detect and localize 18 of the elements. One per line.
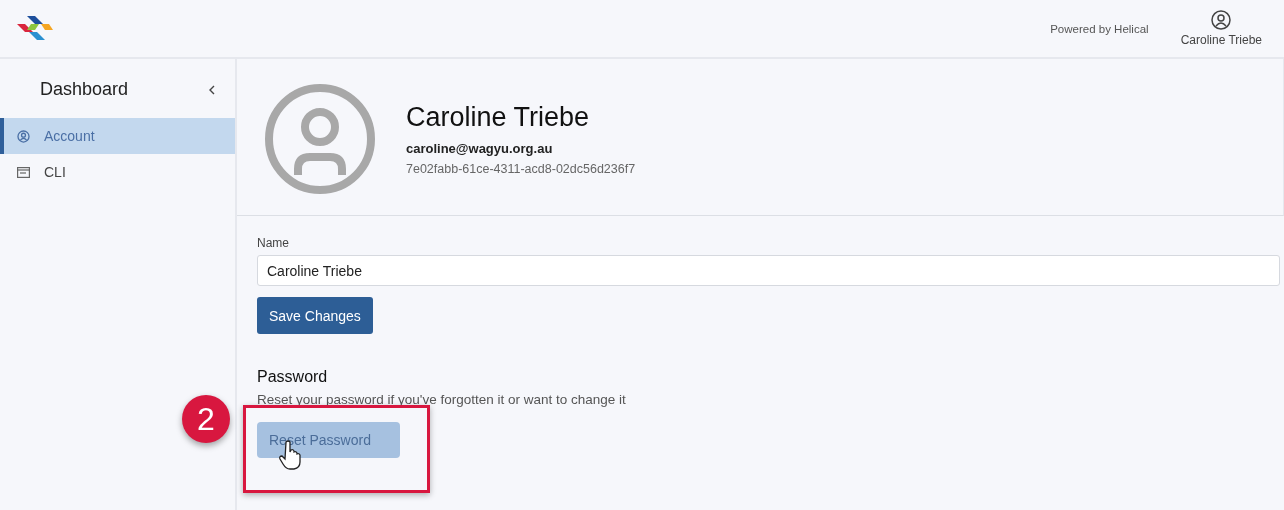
- section-heading: Password: [257, 368, 328, 386]
- sidebar-item[interactable]: CLI: [0, 154, 235, 190]
- field-label: Name: [257, 236, 289, 250]
- user-icon: [17, 129, 30, 143]
- chevron-left-icon[interactable]: [209, 84, 215, 95]
- powered-by-text: Powered by Helical: [1050, 22, 1149, 35]
- sidebar-title: Dashboard: [40, 79, 129, 100]
- profile-id: 7e02fabb-61ce-4311-acd8-02dc56d236f7: [406, 162, 636, 176]
- avatar-icon: [264, 83, 376, 195]
- profile-name: Caroline Triebe: [406, 102, 591, 133]
- save-button[interactable]: Save Changes: [257, 297, 373, 334]
- step-badge: 2: [182, 395, 230, 443]
- sidebar-item[interactable]: Account: [0, 118, 235, 154]
- name-field[interactable]: Caroline Triebe: [257, 255, 1280, 286]
- terminal-icon: [17, 166, 30, 178]
- user-name[interactable]: Caroline Triebe: [1180, 33, 1262, 47]
- user-icon[interactable]: [1211, 10, 1232, 30]
- profile-email: caroline@wagyu.org.au: [406, 141, 554, 156]
